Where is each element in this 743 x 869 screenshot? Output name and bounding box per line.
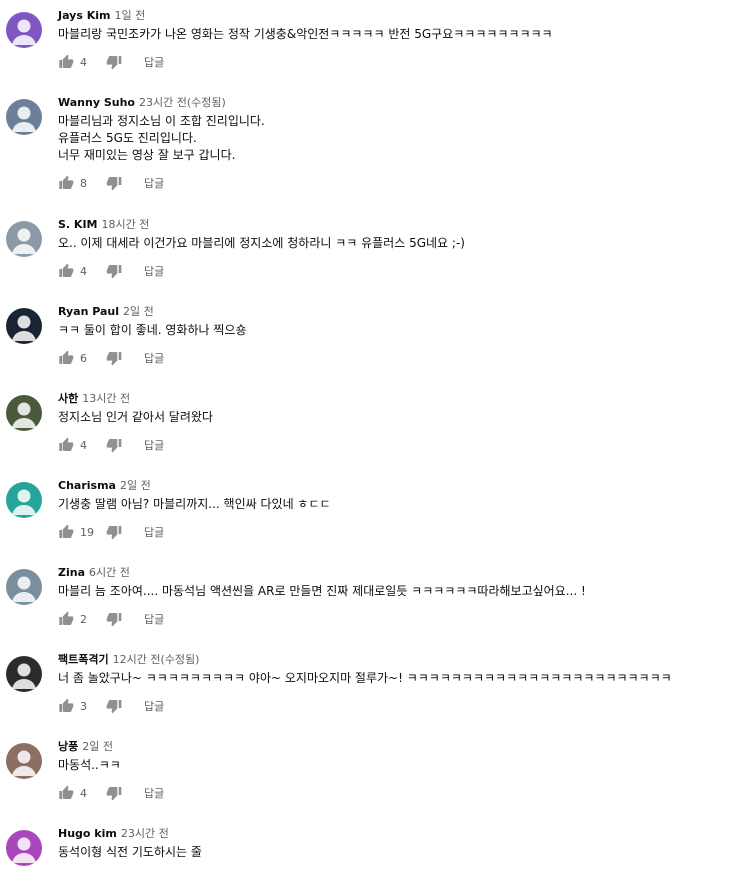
comment-author[interactable]: Hugo kim <box>58 827 117 840</box>
like-count: 8 <box>80 176 87 190</box>
comment-author[interactable]: 팩트폭격기 <box>58 653 109 666</box>
comment-actions: 4 답글 <box>58 53 743 71</box>
reply-button[interactable]: 답글 <box>144 611 164 627</box>
comment-text: 마블리님과 정지소님 이 조합 진리입니다. 유플러스 5G도 진리입니다. 너무 … <box>58 113 743 164</box>
reply-button[interactable]: 답글 <box>144 350 164 366</box>
like-count: 4 <box>80 264 87 278</box>
comment-timestamp[interactable]: 13시간 전 <box>82 392 130 405</box>
comment-text: 기생충 딸램 아님? 마블리까지... 핵인싸 다있네 ㅎㄷㄷ <box>58 496 743 513</box>
comment-text-line: 오.. 이제 대세라 이건가요 마블리에 정지소에 청하라니 ㅋㅋ 유플러스 5… <box>58 236 465 250</box>
comment-text-line: 마동석..ㅋㅋ <box>58 758 121 772</box>
comment-list: Jays Kim 1일 전마블리랑 국민조카가 나온 영화는 정작 기생충&악인전… <box>0 0 743 869</box>
comment-author[interactable]: Charisma <box>58 479 116 492</box>
thumbs-up-icon[interactable] <box>58 524 74 540</box>
comment-text: 오.. 이제 대세라 이건가요 마블리에 정지소에 청하라니 ㅋㅋ 유플러스 5… <box>58 235 743 252</box>
like-count: 4 <box>80 786 87 800</box>
comment-actions: 19 답글 <box>58 523 743 541</box>
avatar[interactable] <box>6 221 42 257</box>
comment-actions: 4 답글 <box>58 784 743 802</box>
reply-button[interactable]: 답글 <box>144 437 164 453</box>
comment-author[interactable]: S. KIM <box>58 218 98 231</box>
comment-text: 마블리 늠 조아여.... 마동석님 액션씬을 AR로 만들면 진짜 제대로일듯… <box>58 583 743 600</box>
comment-text: 정지소님 인거 같아서 달려왔다 <box>58 409 743 426</box>
avatar[interactable] <box>6 743 42 779</box>
comment-text-line: 정지소님 인거 같아서 달려왔다 <box>58 410 213 424</box>
thumbs-down-icon[interactable] <box>106 263 122 279</box>
comment-text: ㅋㅋ 둘이 합이 좋네. 영화하나 찍으숑 <box>58 322 743 339</box>
avatar[interactable] <box>6 569 42 605</box>
thumbs-up-icon[interactable] <box>58 611 74 627</box>
reply-button[interactable]: 답글 <box>144 785 164 801</box>
comment-author[interactable]: Zina <box>58 566 85 579</box>
thumbs-down-icon[interactable] <box>106 350 122 366</box>
thumbs-down-icon[interactable] <box>106 175 122 191</box>
thumbs-up-icon[interactable] <box>58 263 74 279</box>
comment-text: 동석이형 식전 기도하시는 줄 <box>58 844 743 861</box>
comment-author[interactable]: Jays Kim <box>58 9 110 22</box>
comment-text-line: ㅋㅋ 둘이 합이 좋네. 영화하나 찍으숑 <box>58 323 247 337</box>
comment-text-line: 마블리랑 국민조카가 나온 영화는 정작 기생충&악인전ㅋㅋㅋㅋㅋ 반전 5G구… <box>58 27 553 41</box>
avatar[interactable] <box>6 830 42 866</box>
comment-text-line: 기생충 딸램 아님? 마블리까지... 핵인싸 다있네 ㅎㄷㄷ <box>58 497 331 511</box>
comment-actions: 4 답글 <box>58 436 743 454</box>
comment-text-line: 동석이형 식전 기도하시는 줄 <box>58 845 202 859</box>
reply-button[interactable]: 답글 <box>144 263 164 279</box>
avatar[interactable] <box>6 482 42 518</box>
comment-timestamp[interactable]: 2일 전 <box>123 305 154 318</box>
comment-text-line: 마블리 늠 조아여.... 마동석님 액션씬을 AR로 만들면 진짜 제대로일듯… <box>58 584 586 598</box>
like-count: 4 <box>80 55 87 69</box>
comment-author[interactable]: 사한 <box>58 392 78 405</box>
comment-timestamp[interactable]: 23시간 전 <box>121 827 169 840</box>
comment-timestamp[interactable]: 2일 전 <box>82 740 113 753</box>
comment-actions: 2 답글 <box>58 610 743 628</box>
comment-timestamp[interactable]: 23시간 전(수정됨) <box>139 96 226 109</box>
comment-timestamp[interactable]: 6시간 전 <box>89 566 130 579</box>
comment-text: 너 좀 놀았구나~ ㅋㅋㅋㅋㅋㅋㅋㅋㅋ 야아~ 오지마오지마 절루가~! ㅋㅋㅋ… <box>58 670 743 687</box>
thumbs-down-icon[interactable] <box>106 524 122 540</box>
reply-button[interactable]: 답글 <box>144 175 164 191</box>
avatar[interactable] <box>6 308 42 344</box>
like-count: 3 <box>80 699 87 713</box>
thumbs-down-icon[interactable] <box>106 611 122 627</box>
like-count: 19 <box>80 525 94 539</box>
thumbs-down-icon[interactable] <box>106 54 122 70</box>
comment-text: 마블리랑 국민조카가 나온 영화는 정작 기생충&악인전ㅋㅋㅋㅋㅋ 반전 5G구… <box>58 26 743 43</box>
thumbs-up-icon[interactable] <box>58 698 74 714</box>
avatar[interactable] <box>6 12 42 48</box>
comment-actions: 4 답글 <box>58 262 743 280</box>
comment-text-line: 마블리님과 정지소님 이 조합 진리입니다. <box>58 114 265 128</box>
comment-actions: 3 답글 <box>58 697 743 715</box>
comment-timestamp[interactable]: 2일 전 <box>120 479 151 492</box>
thumbs-up-icon[interactable] <box>58 437 74 453</box>
like-count: 2 <box>80 612 87 626</box>
avatar[interactable] <box>6 656 42 692</box>
reply-button[interactable]: 답글 <box>144 698 164 714</box>
thumbs-down-icon[interactable] <box>106 698 122 714</box>
comment-text: 마동석..ㅋㅋ <box>58 757 743 774</box>
thumbs-up-icon[interactable] <box>58 175 74 191</box>
avatar[interactable] <box>6 99 42 135</box>
like-count: 6 <box>80 351 87 365</box>
comment-timestamp[interactable]: 1일 전 <box>114 9 145 22</box>
thumbs-up-icon[interactable] <box>58 350 74 366</box>
comment-author[interactable]: Wanny Suho <box>58 96 135 109</box>
thumbs-up-icon[interactable] <box>58 785 74 801</box>
reply-button[interactable]: 답글 <box>144 54 164 70</box>
comment-text-line: 너 좀 놀았구나~ ㅋㅋㅋㅋㅋㅋㅋㅋㅋ 야아~ 오지마오지마 절루가~! ㅋㅋㅋ… <box>58 671 672 685</box>
comment-author[interactable]: Ryan Paul <box>58 305 119 318</box>
comment-text-line: 유플러스 5G도 진리입니다. <box>58 131 197 145</box>
thumbs-up-icon[interactable] <box>58 54 74 70</box>
thumbs-down-icon[interactable] <box>106 437 122 453</box>
comment-timestamp[interactable]: 18시간 전 <box>102 218 150 231</box>
comment-actions: 8 답글 <box>58 174 743 192</box>
comment-text-line: 너무 재미있는 영상 잘 보구 갑니다. <box>58 148 236 162</box>
comment-actions: 6 답글 <box>58 349 743 367</box>
comment-author[interactable]: 낭풍 <box>58 740 78 753</box>
thumbs-down-icon[interactable] <box>106 785 122 801</box>
comment-timestamp[interactable]: 12시간 전(수정됨) <box>113 653 200 666</box>
reply-button[interactable]: 답글 <box>144 524 164 540</box>
avatar[interactable] <box>6 395 42 431</box>
like-count: 4 <box>80 438 87 452</box>
